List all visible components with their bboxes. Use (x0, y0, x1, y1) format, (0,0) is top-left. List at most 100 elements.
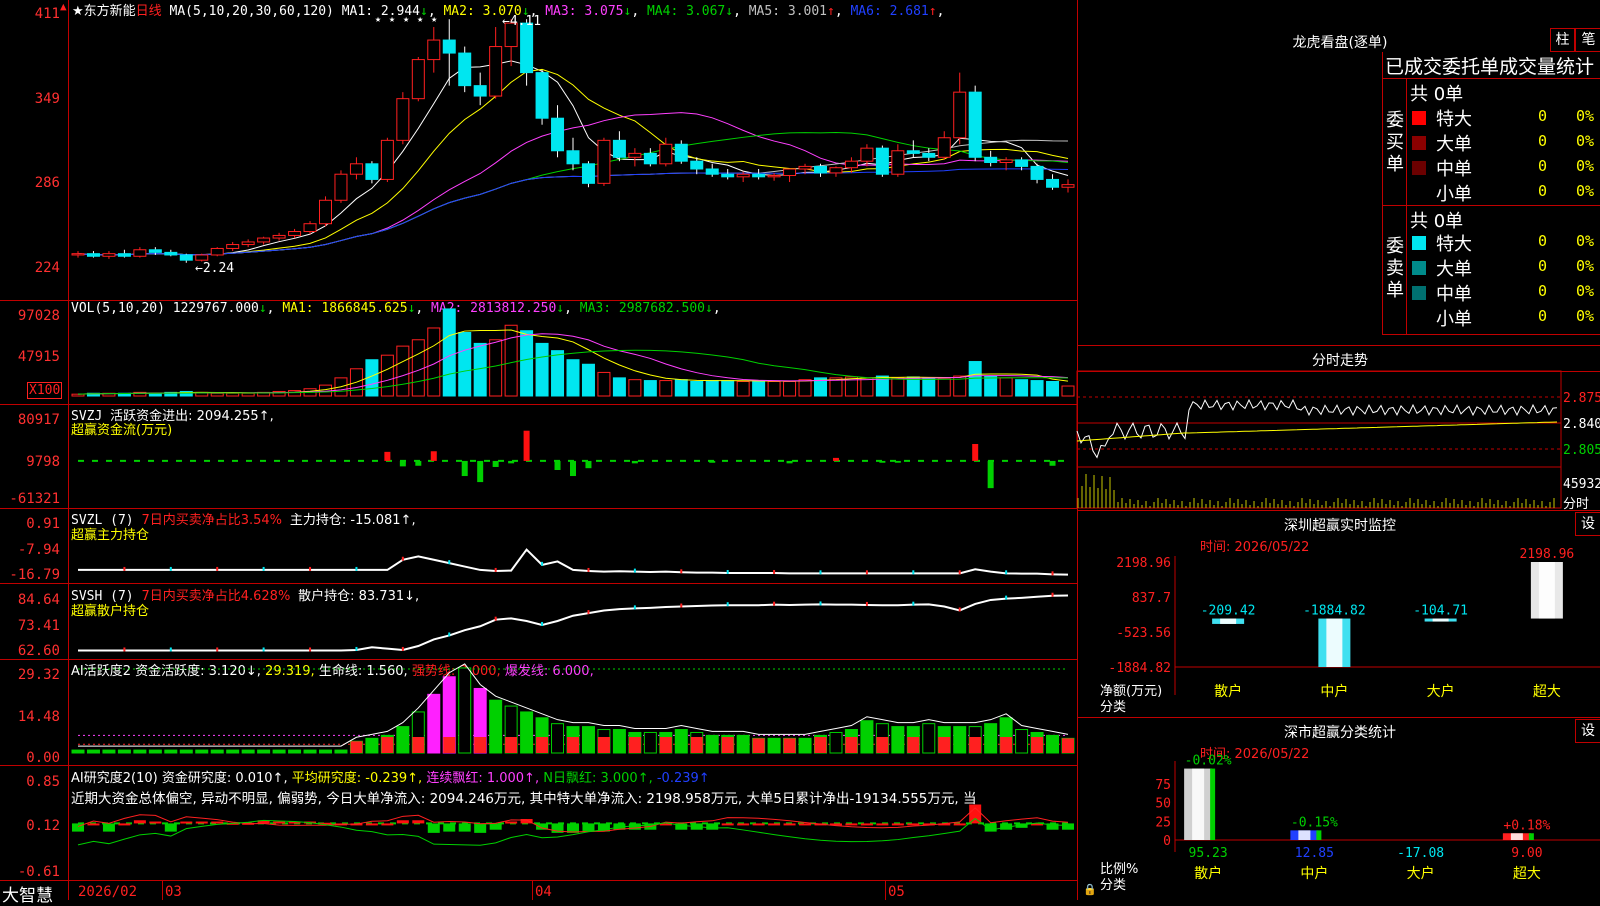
ai-bar-base (505, 737, 518, 753)
air-bar (412, 820, 425, 824)
air-bar (783, 823, 796, 826)
class-change-label: -0.02% (1185, 754, 1232, 769)
ai-bar-base (1031, 737, 1044, 753)
air-bar (365, 823, 378, 826)
intraday-chart[interactable] (1076, 370, 1600, 510)
vol-bar (566, 359, 580, 397)
air-bar (505, 821, 518, 824)
holding-tick (123, 566, 126, 571)
ai-bar-base (969, 737, 982, 753)
air-bar (149, 821, 162, 824)
svzj-bar (508, 460, 515, 464)
holding-tick (680, 569, 683, 574)
candle (968, 91, 982, 158)
order-color-swatch (1412, 261, 1426, 275)
low-mark: ←2.24 (195, 261, 235, 276)
holding-tick (169, 647, 172, 652)
svzj-chart[interactable] (0, 404, 1077, 508)
ai-bar-base (536, 737, 549, 753)
vol-bar (396, 345, 410, 397)
svsh-chart[interactable] (0, 583, 1077, 659)
candle (319, 199, 332, 225)
ai-research-chart[interactable] (0, 765, 1077, 880)
vol-bar (767, 380, 781, 397)
monitor-category: 中户 (1320, 683, 1348, 700)
class-bar-inner (1510, 833, 1523, 840)
candle (520, 22, 534, 74)
holding-tick (912, 570, 915, 575)
ai-bar (674, 729, 688, 754)
vol-bar (937, 378, 951, 397)
ai-bar-base (1062, 738, 1074, 753)
candle (164, 251, 178, 256)
air-bar (87, 823, 100, 826)
vol-bar (1046, 380, 1060, 397)
candle (489, 46, 503, 97)
ai-bar-base (752, 738, 765, 753)
holding-tick (773, 569, 776, 574)
ai-bar-base (443, 737, 456, 753)
candle (922, 152, 936, 158)
ai-bar (396, 726, 410, 754)
order-count: 0 (1538, 182, 1548, 200)
vol-chart[interactable] (0, 300, 1077, 404)
order-type-label: 大单 (1436, 134, 1472, 155)
ai-bar (860, 720, 874, 754)
candle (752, 173, 766, 178)
class-y-label: 25 (1155, 815, 1171, 830)
class-bar-edge (1210, 768, 1216, 840)
holding-tick (262, 647, 265, 652)
ai-bar-base (1000, 737, 1013, 753)
order-pct: 0% (1576, 307, 1595, 325)
holding-tick (309, 566, 312, 571)
candle (179, 254, 193, 261)
vol-bar (597, 371, 611, 397)
vol-bar (226, 392, 240, 397)
candle (999, 159, 1013, 163)
svzj-bar (384, 451, 391, 461)
ai-bar (984, 723, 998, 754)
order-type-label: 大单 (1436, 259, 1472, 280)
class-chart[interactable]: 75 50 25 0 -0.02% 95.23 散户 -0.15% 12.85 中户 -17.08 大… (1077, 717, 1600, 900)
air-bar (458, 823, 471, 832)
vol-bar (1015, 379, 1029, 397)
air-bar (907, 823, 920, 826)
tick-view-button[interactable]: 笔 (1575, 28, 1600, 52)
air-bar (211, 821, 224, 824)
holding-tick (958, 570, 961, 575)
buy-total: 共 0单 (1410, 84, 1464, 105)
holding-tick (448, 560, 451, 565)
holding-tick (1005, 595, 1008, 600)
holding-tick (494, 616, 497, 621)
monitor-bar-label: -104.71 (1413, 604, 1468, 619)
ai-active-chart[interactable] (0, 659, 1077, 765)
vol-bar (690, 380, 704, 397)
candle (581, 163, 595, 184)
order-count: 0 (1538, 107, 1548, 125)
vol-bar (288, 390, 302, 397)
monitor-bar-inner (1220, 618, 1237, 624)
candle (891, 150, 905, 175)
order-count: 0 (1538, 282, 1548, 300)
candle (288, 231, 302, 236)
candle (1061, 184, 1075, 188)
candle (612, 139, 626, 158)
high-mark: ←4.11 (502, 14, 542, 29)
monitor-y-label: -523.56 (1116, 626, 1171, 641)
order-type-label: 小单 (1436, 309, 1472, 330)
class-bar-inner (1192, 768, 1205, 840)
ai-bar (288, 749, 302, 754)
svzj-bar (631, 460, 638, 464)
ai-bar (226, 749, 240, 754)
holding-tick (865, 601, 868, 606)
vol-bar (380, 354, 394, 397)
svzl-chart[interactable] (0, 508, 1077, 583)
monitor-category: 大户 (1427, 683, 1455, 700)
class-bar-value: 12.85 (1295, 846, 1334, 861)
column-view-button[interactable]: 柱 (1550, 28, 1575, 52)
kline-chart[interactable] (0, 0, 1077, 300)
candle (1030, 165, 1044, 180)
vol-bar (922, 377, 936, 397)
ai-bar (303, 749, 317, 754)
class-bar-edge (1316, 830, 1322, 840)
